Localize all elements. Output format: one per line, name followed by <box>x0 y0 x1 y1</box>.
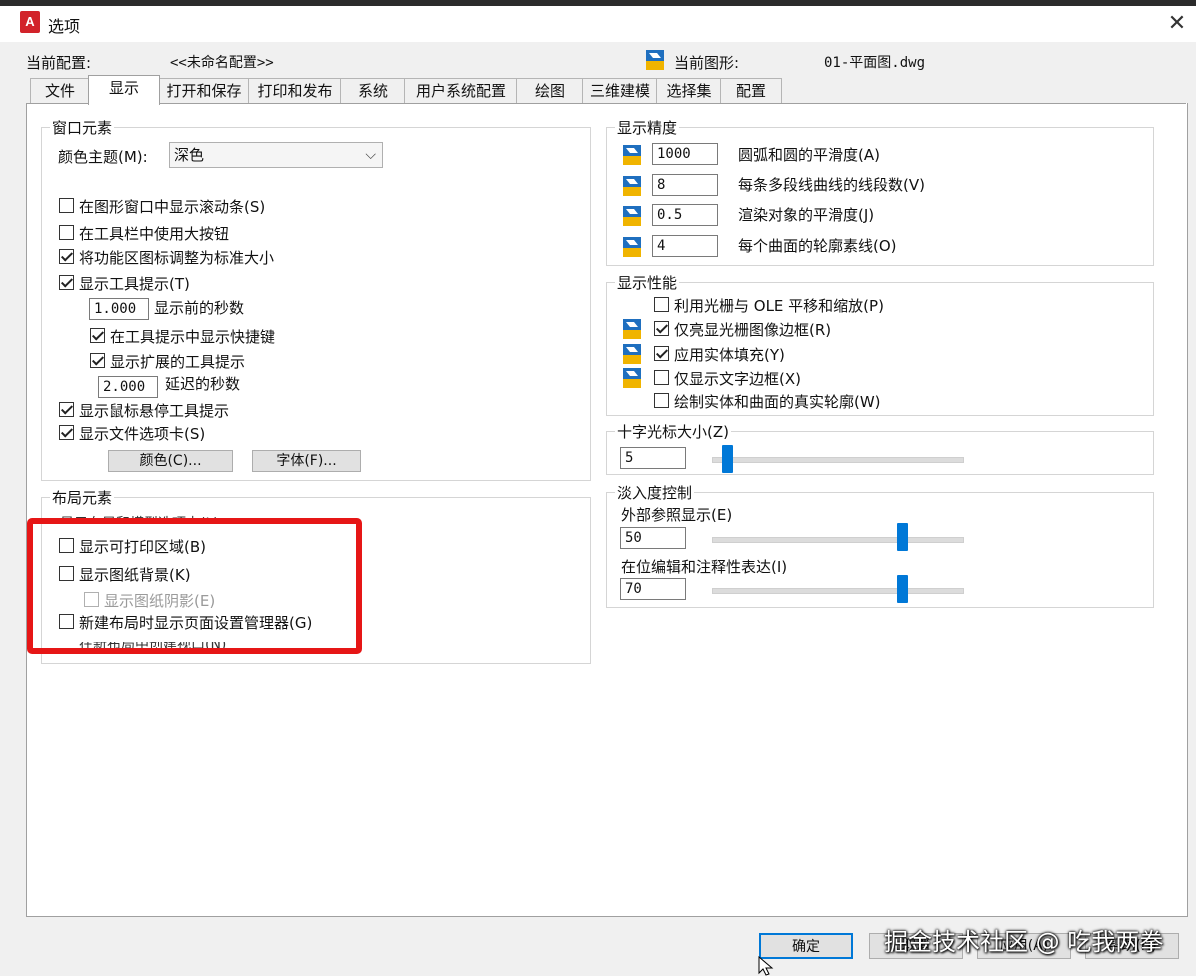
crosshair-input[interactable]: 5 <box>620 447 686 469</box>
tooltip-shortcut-checkbox[interactable] <box>90 328 105 343</box>
tab-open-save[interactable]: 打开和保存 <box>158 78 250 103</box>
chevron-down-icon: ⌵ <box>365 147 376 163</box>
extended-tooltip-label: 显示扩展的工具提示 <box>110 353 246 371</box>
text-frame-label: 仅显示文字边框(X) <box>674 370 801 388</box>
scrollbars-label: 在图形窗口中显示滚动条(S) <box>79 198 266 216</box>
dialog-title: 选项 <box>48 17 81 36</box>
text-frame-checkbox[interactable] <box>654 370 669 385</box>
raster-ole-label: 利用光栅与 OLE 平移和缩放(P) <box>674 297 884 315</box>
tab-drafting[interactable]: 绘图 <box>516 78 584 103</box>
rollover-tooltips-checkbox[interactable] <box>59 402 74 417</box>
ribbon-icons-label: 将功能区图标调整为标准大小 <box>79 249 275 267</box>
drawing-setting-icon <box>623 368 641 388</box>
tab-display[interactable]: 显示 <box>88 75 160 105</box>
close-icon[interactable]: ✕ <box>1160 8 1194 40</box>
file-tabs-checkbox[interactable] <box>59 425 74 440</box>
xref-fade-label: 外部参照显示(E) <box>621 506 733 524</box>
tab-3d-modeling[interactable]: 三维建模 <box>582 78 658 103</box>
rollover-tooltips-label: 显示鼠标悬停工具提示 <box>79 402 230 420</box>
drawing-setting-icon <box>623 237 641 257</box>
raster-frame-checkbox[interactable] <box>654 321 669 336</box>
current-profile-value: <<未命名配置>> <box>170 55 274 71</box>
scrollbars-checkbox[interactable] <box>59 198 74 213</box>
display-resolution-title: 显示精度 <box>615 117 680 138</box>
fonts-button[interactable]: 字体(F)... <box>252 450 361 472</box>
extended-delay-input[interactable]: 2.000 <box>98 376 158 398</box>
crosshair-title: 十字光标大小(Z) <box>615 421 731 442</box>
mouse-cursor-icon <box>758 956 774 976</box>
large-buttons-label: 在工具栏中使用大按钮 <box>79 225 230 243</box>
inplace-fade-slider-track[interactable] <box>712 588 964 594</box>
tooltips-label: 显示工具提示(T) <box>79 275 190 293</box>
highlight-annotation-box <box>27 518 362 654</box>
render-smoothness-input[interactable]: 0.5 <box>652 204 718 226</box>
raster-frame-label: 仅亮显光栅图像边框(R) <box>674 321 832 339</box>
solid-fill-label: 应用实体填充(Y) <box>674 346 785 364</box>
window-elements-title: 窗口元素 <box>50 117 115 138</box>
large-buttons-checkbox[interactable] <box>59 225 74 240</box>
drawing-setting-icon <box>623 319 641 339</box>
drawing-setting-icon <box>623 206 641 226</box>
xref-fade-slider-track[interactable] <box>712 537 964 543</box>
dialog-titlebar <box>0 6 1196 42</box>
drawing-setting-icon <box>623 176 641 196</box>
display-performance-title: 显示性能 <box>615 272 680 293</box>
color-theme-select[interactable]: 深色 ⌵ <box>169 142 383 168</box>
true-silhouettes-label: 绘制实体和曲面的真实轮廓(W) <box>674 393 881 411</box>
contour-lines-input[interactable]: 4 <box>652 235 718 257</box>
tab-files[interactable]: 文件 <box>30 78 90 103</box>
file-tabs-label: 显示文件选项卡(S) <box>79 425 206 443</box>
drawing-setting-icon <box>623 344 641 364</box>
tab-profiles[interactable]: 配置 <box>720 78 782 103</box>
contour-lines-label: 每个曲面的轮廓素线(O) <box>738 237 897 255</box>
tab-system[interactable]: 系统 <box>340 78 406 103</box>
solid-fill-checkbox[interactable] <box>654 346 669 361</box>
tooltip-delay-input[interactable]: 1.000 <box>89 298 149 320</box>
tooltip-shortcut-label: 在工具提示中显示快捷键 <box>110 328 276 346</box>
inplace-fade-input[interactable]: 70 <box>620 578 686 600</box>
tab-plot-publish[interactable]: 打印和发布 <box>248 78 342 103</box>
drawing-setting-icon <box>623 145 641 165</box>
ribbon-icons-checkbox[interactable] <box>59 249 74 264</box>
tab-selection[interactable]: 选择集 <box>656 78 722 103</box>
polyline-segments-label: 每条多段线曲线的线段数(V) <box>738 176 925 194</box>
xref-fade-input[interactable]: 50 <box>620 527 686 549</box>
inplace-fade-slider-thumb[interactable] <box>897 575 908 603</box>
drawing-file-icon <box>646 50 664 70</box>
tab-strip-line <box>26 103 1186 104</box>
tooltip-delay-label: 显示前的秒数 <box>154 299 245 317</box>
extended-tooltip-checkbox[interactable] <box>90 353 105 368</box>
fade-control-title: 淡入度控制 <box>615 482 695 503</box>
inplace-fade-label: 在位编辑和注释性表达(I) <box>621 558 788 576</box>
crosshair-slider-thumb[interactable] <box>722 445 733 473</box>
arc-smoothness-input[interactable]: 1000 <box>652 143 718 165</box>
current-drawing-value: 01-平面图.dwg <box>824 55 926 71</box>
crosshair-slider-track[interactable] <box>712 457 964 463</box>
arc-smoothness-label: 圆弧和圆的平滑度(A) <box>738 146 880 164</box>
autocad-app-icon: A <box>20 11 40 33</box>
tooltips-checkbox[interactable] <box>59 275 74 290</box>
current-profile-label: 当前配置: <box>26 54 92 72</box>
raster-ole-checkbox[interactable] <box>654 297 669 312</box>
extended-delay-label: 延迟的秒数 <box>165 375 241 393</box>
colors-button[interactable]: 颜色(C)... <box>108 450 233 472</box>
polyline-segments-input[interactable]: 8 <box>652 174 718 196</box>
color-theme-value: 深色 <box>174 146 205 164</box>
color-theme-label: 颜色主题(M): <box>58 148 148 166</box>
tab-user-preferences[interactable]: 用户系统配置 <box>404 78 518 103</box>
watermark-text: 掘金技术社区 @ 吃我两拳 <box>884 928 1164 956</box>
render-smoothness-label: 渲染对象的平滑度(J) <box>738 206 875 224</box>
current-drawing-label: 当前图形: <box>674 54 740 72</box>
xref-fade-slider-thumb[interactable] <box>897 523 908 551</box>
layout-elements-title: 布局元素 <box>50 487 115 508</box>
true-silhouettes-checkbox[interactable] <box>654 393 669 408</box>
